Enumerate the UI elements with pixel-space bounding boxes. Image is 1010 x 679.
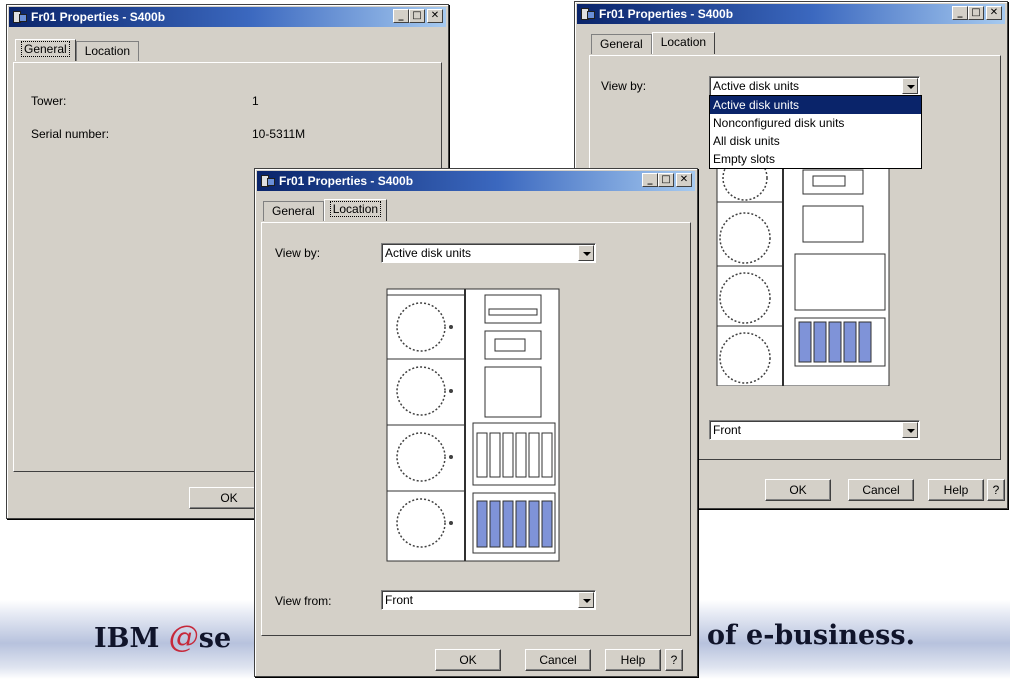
eserver-logo-icon: @ <box>168 620 199 655</box>
app-window-icon <box>261 174 275 188</box>
properties-window-location: Fr01 Properties - S400b _ □ ✕ General Lo… <box>254 168 698 677</box>
minimize-icon[interactable]: _ <box>952 6 968 20</box>
view-by-label: View by: <box>275 246 321 260</box>
minimize-icon[interactable]: _ <box>642 173 658 187</box>
chevron-down-icon[interactable] <box>578 592 594 608</box>
tab-strip: General Location <box>591 32 716 54</box>
serial-number-label: Serial number: <box>31 127 110 141</box>
tower-value: 1 <box>252 94 259 108</box>
close-icon[interactable]: ✕ <box>427 9 443 23</box>
window-controls: _ □ ✕ <box>393 9 443 23</box>
cancel-button[interactable]: Cancel <box>848 479 914 501</box>
title-bar[interactable]: Fr01 Properties - S400b _ □ ✕ <box>9 7 446 27</box>
ok-button[interactable]: OK <box>435 649 501 671</box>
view-from-combo[interactable]: Front <box>381 590 596 610</box>
title-bar[interactable]: Fr01 Properties - S400b _ □ ✕ <box>577 4 1005 24</box>
window-controls: _ □ ✕ <box>642 173 692 187</box>
whats-this-help-button[interactable]: ? <box>665 649 683 671</box>
tower-diagram <box>716 166 890 386</box>
title-bar[interactable]: Fr01 Properties - S400b _ □ ✕ <box>257 171 695 191</box>
ok-button[interactable]: OK <box>765 479 831 501</box>
dropdown-option-nonconfigured-disk-units[interactable]: Nonconfigured disk units <box>710 114 921 132</box>
dropdown-option-all-disk-units[interactable]: All disk units <box>710 132 921 150</box>
chevron-down-icon[interactable] <box>578 245 594 261</box>
banner-ibm-text: IBM <box>94 623 169 654</box>
window-title: Fr01 Properties - S400b <box>279 174 414 188</box>
view-by-combo[interactable]: Active disk units <box>709 76 920 96</box>
close-icon[interactable]: ✕ <box>676 173 692 187</box>
chevron-down-icon[interactable] <box>902 422 918 438</box>
serial-number-value: 10-5311M <box>252 127 306 141</box>
banner-server-text: se <box>198 623 232 654</box>
window-title: Fr01 Properties - S400b <box>31 10 166 24</box>
tab-location[interactable]: Location <box>323 199 388 221</box>
tower-label: Tower: <box>31 94 67 108</box>
minimize-icon[interactable]: _ <box>393 9 409 23</box>
tab-location[interactable]: Location <box>75 41 140 61</box>
help-button[interactable]: Help <box>605 649 661 671</box>
whats-this-help-button[interactable]: ? <box>987 479 1005 501</box>
view-by-value: Active disk units <box>385 246 472 260</box>
view-by-combo[interactable]: Active disk units <box>381 243 596 263</box>
dropdown-option-active-disk-units[interactable]: Active disk units <box>710 96 921 114</box>
tab-general[interactable]: General <box>591 34 652 54</box>
banner-ibm-eserver-text: IBM @se <box>94 620 231 655</box>
maximize-icon[interactable]: □ <box>658 173 674 187</box>
tab-strip: General Location <box>263 199 388 221</box>
dropdown-option-empty-slots[interactable]: Empty slots <box>710 150 921 168</box>
tab-general[interactable]: General <box>15 39 76 61</box>
banner-tagline: of e-business. <box>707 620 915 651</box>
app-window-icon <box>13 10 27 24</box>
maximize-icon[interactable]: □ <box>409 9 425 23</box>
view-from-combo[interactable]: Front <box>709 420 920 440</box>
view-from-value: Front <box>385 593 414 607</box>
view-from-value: Front <box>713 423 742 437</box>
tab-location[interactable]: Location <box>651 32 716 54</box>
help-button[interactable]: Help <box>928 479 984 501</box>
window-controls: _ □ ✕ <box>952 6 1002 20</box>
screenshot-stage: IBM @se of e-business. Fr01 Properties -… <box>0 0 1010 679</box>
maximize-icon[interactable]: □ <box>968 6 984 20</box>
window-title: Fr01 Properties - S400b <box>599 7 734 21</box>
view-from-label: View from: <box>275 594 332 608</box>
cancel-button[interactable]: Cancel <box>525 649 591 671</box>
tower-diagram <box>386 288 560 562</box>
view-by-dropdown-list: Active disk units Nonconfigured disk uni… <box>709 95 922 169</box>
close-icon[interactable]: ✕ <box>986 6 1002 20</box>
tab-general[interactable]: General <box>263 201 324 221</box>
app-window-icon <box>581 7 595 21</box>
view-by-label: View by: <box>601 79 647 93</box>
tab-strip: General Location <box>15 39 140 61</box>
view-by-value: Active disk units <box>713 79 800 93</box>
chevron-down-icon[interactable] <box>902 78 918 94</box>
